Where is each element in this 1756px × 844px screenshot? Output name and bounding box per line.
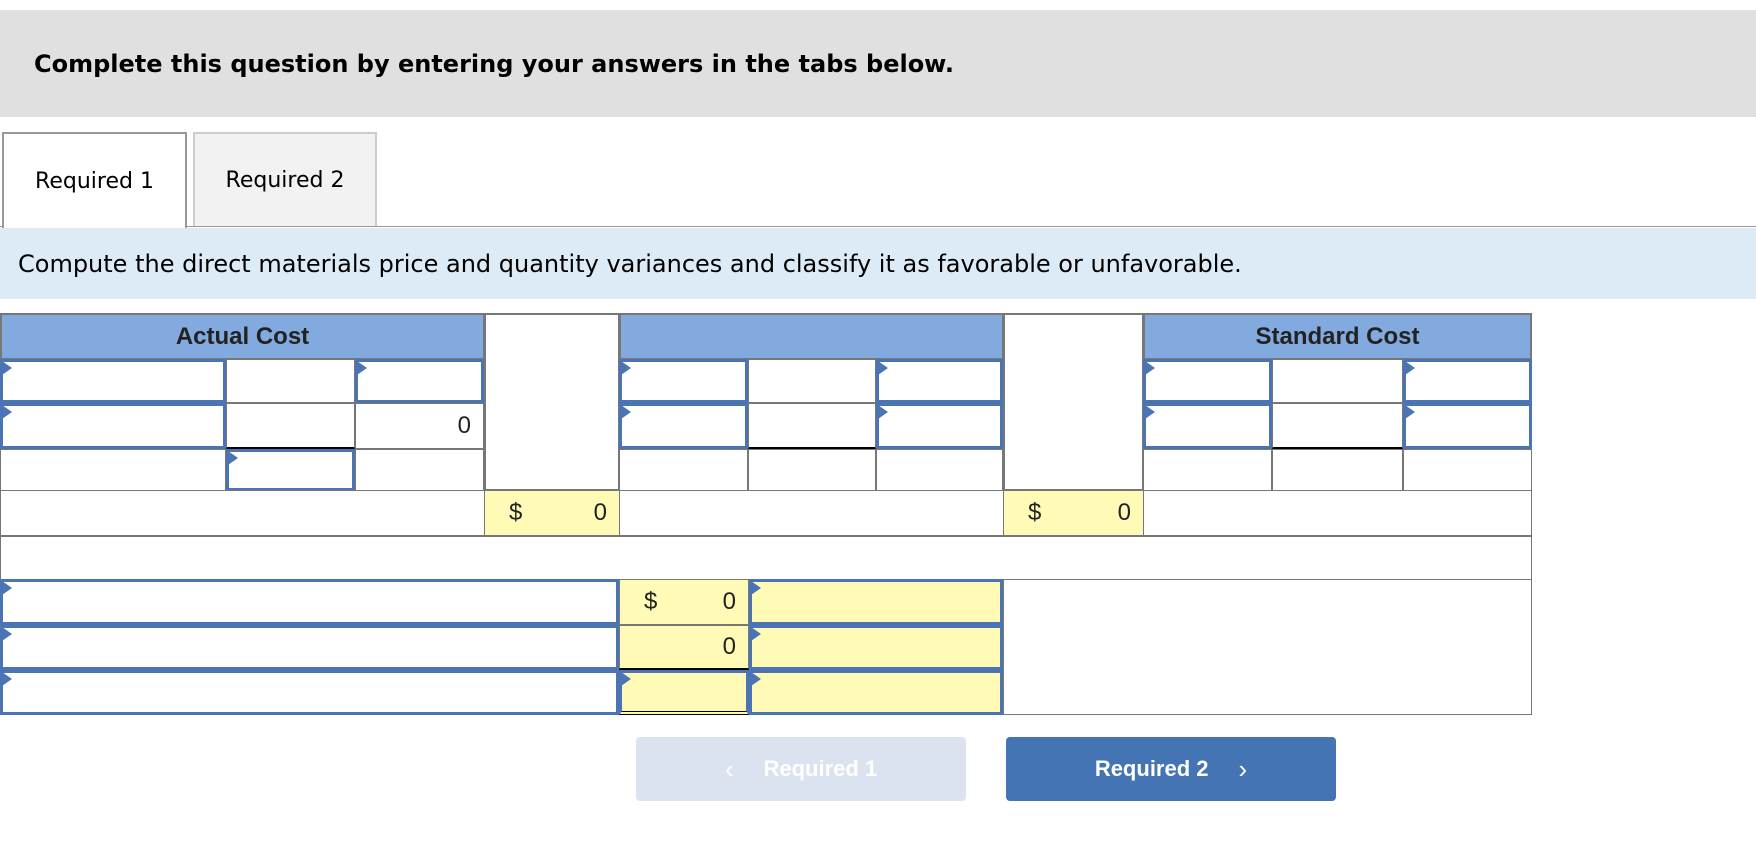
middle-value-input-2[interactable]: [876, 403, 1003, 449]
chevron-right-icon: ›: [1238, 753, 1248, 784]
currency-symbol: $: [509, 499, 523, 526]
actual-empty-cell: [0, 449, 226, 491]
chevron-left-icon: ‹: [724, 753, 734, 784]
middle-operator-cell-1: [748, 359, 876, 403]
middle-operator-cell-2: [748, 403, 876, 449]
question-instruction: Compute the direct materials price and q…: [0, 228, 1756, 299]
variance-amount-cell-1: $ 0: [619, 579, 749, 625]
middle-empty-cell-1: [619, 449, 748, 491]
standard-operator-cell-2: [1272, 403, 1403, 449]
middle-label-input-2[interactable]: [619, 403, 748, 449]
variance-empty-area: [1003, 579, 1532, 715]
standard-empty-cell-1: [1143, 449, 1272, 491]
spacer-row: [0, 535, 1532, 580]
standard-cost-header: Standard Cost: [1143, 313, 1532, 360]
actual-total-value: 0: [593, 499, 607, 526]
actual-computed-value: 0: [355, 403, 484, 449]
middle-header: [619, 313, 1004, 360]
standard-operator-cell-1: [1272, 359, 1403, 403]
actual-label-input-2[interactable]: [0, 403, 226, 449]
variance-amount-cell-2: 0: [619, 625, 749, 670]
standard-value-input-2[interactable]: [1403, 403, 1532, 449]
currency-symbol: $: [644, 588, 658, 615]
variance-label-input-2[interactable]: [0, 625, 619, 670]
actual-operator-cell-1: [226, 359, 355, 403]
next-button-label: Required 2: [1094, 756, 1209, 781]
standard-label-input-1[interactable]: [1143, 359, 1272, 403]
instructions-banner: Complete this question by entering your …: [0, 10, 1756, 117]
totals-row-right: [1143, 490, 1532, 536]
prev-button-label: Required 1: [763, 756, 878, 781]
middle-empty-cell-2: [748, 449, 876, 491]
instruction-text: Compute the direct materials price and q…: [18, 250, 1242, 278]
middle-empty-cell-3: [876, 449, 1003, 491]
standard-empty-cell-2: [1272, 449, 1403, 491]
standard-empty-cell-3: [1403, 449, 1532, 491]
standard-value-input-1[interactable]: [1403, 359, 1532, 403]
variance-label-input-1[interactable]: [0, 579, 619, 625]
actual-cost-header: Actual Cost: [0, 313, 485, 360]
middle-total-cell: $ 0: [1003, 490, 1144, 536]
tab-required-1[interactable]: Required 1: [2, 132, 187, 228]
middle-value-input-1[interactable]: [876, 359, 1003, 403]
variance-classification-select-2[interactable]: [749, 625, 1003, 670]
standard-label-input-2[interactable]: [1143, 403, 1272, 449]
spacer-column-2: [1003, 313, 1144, 491]
actual-operator-cell-2: [226, 403, 355, 449]
middle-label-input-1[interactable]: [619, 359, 748, 403]
variance-amount-2: 0: [722, 633, 736, 660]
totals-row-middle: [619, 490, 1004, 536]
variance-label-input-3[interactable]: [0, 670, 619, 715]
totals-row-left: [0, 490, 485, 536]
tab-required-2[interactable]: Required 2: [193, 132, 377, 226]
total-variance-input[interactable]: [619, 670, 749, 715]
variance-amount-1: 0: [722, 588, 736, 615]
actual-total-cell: $ 0: [484, 490, 620, 536]
middle-total-value: 0: [1117, 499, 1131, 526]
actual-unit-input[interactable]: [226, 449, 355, 491]
actual-value-input-1[interactable]: [355, 359, 484, 403]
prev-required-1-button[interactable]: ‹ Required 1: [636, 737, 966, 801]
next-required-2-button[interactable]: Required 2 ›: [1006, 737, 1336, 801]
tabs-divider: [0, 226, 1756, 227]
spacer-column-1: [484, 313, 620, 491]
banner-text: Complete this question by entering your …: [34, 50, 954, 78]
currency-symbol: $: [1028, 499, 1042, 526]
actual-label-input-1[interactable]: [0, 359, 226, 403]
variance-classification-select-1[interactable]: [749, 579, 1003, 625]
variance-classification-select-3[interactable]: [749, 670, 1003, 715]
actual-empty-cell-2: [355, 449, 484, 491]
